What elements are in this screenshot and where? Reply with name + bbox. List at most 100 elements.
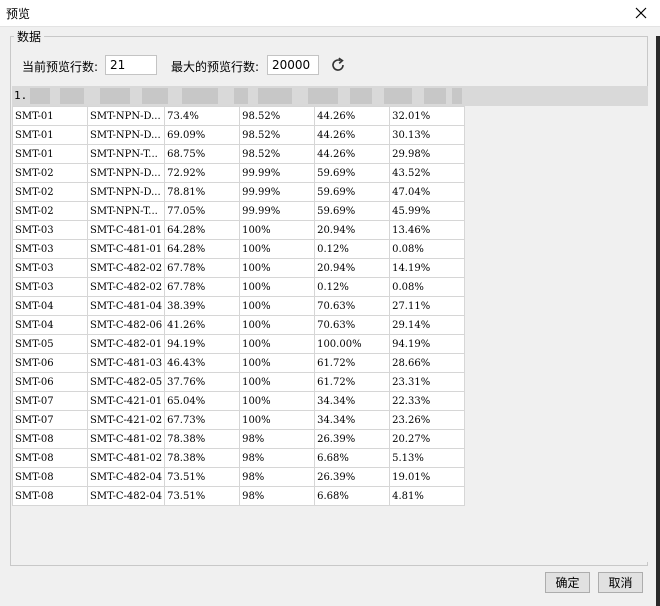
table-cell[interactable]: SMT-02 (12, 163, 88, 183)
table-cell[interactable]: 100% (239, 277, 316, 297)
table-cell[interactable]: 67.73% (164, 410, 241, 430)
table-cell[interactable]: 78.38% (164, 448, 241, 468)
table-cell[interactable]: 64.28% (164, 239, 241, 259)
table-cell[interactable]: 59.69% (314, 163, 391, 183)
table-cell[interactable]: 6.68% (314, 486, 391, 506)
table-cell[interactable]: SMT-05 (12, 334, 88, 354)
table-cell[interactable]: SMT-C-481-01 (86, 220, 166, 240)
table-cell[interactable]: SMT-C-482-04 (86, 486, 166, 506)
table-cell[interactable]: SMT-01 (12, 144, 88, 164)
table-cell[interactable]: SMT-01 (12, 106, 88, 126)
table-row[interactable]: SMT-03 SMT-C-481-01 64.28% 100% 20.94% 13.46% (12, 220, 466, 240)
table-cell[interactable]: SMT-NPN-D... (86, 125, 166, 145)
table-cell[interactable]: 78.38% (164, 429, 241, 449)
table-cell[interactable]: SMT-08 (12, 486, 88, 506)
table-cell[interactable]: SMT-C-482-04 (86, 467, 166, 487)
table-cell[interactable]: 67.78% (164, 258, 241, 278)
cancel-button[interactable]: 取消 (598, 572, 643, 593)
table-cell[interactable]: SMT-07 (12, 391, 88, 411)
table-cell[interactable]: 29.14% (389, 315, 466, 335)
table-cell[interactable]: SMT-C-481-02 (86, 448, 166, 468)
table-cell[interactable]: 100% (239, 258, 316, 278)
table-cell[interactable]: SMT-06 (12, 353, 88, 373)
table-cell[interactable]: 70.63% (314, 315, 391, 335)
table-cell[interactable]: 44.26% (314, 125, 391, 145)
table-cell[interactable]: 27.11% (389, 296, 466, 316)
table-cell[interactable]: 98.52% (239, 125, 316, 145)
table-cell[interactable]: 73.51% (164, 486, 241, 506)
table-cell[interactable]: 20.94% (314, 258, 391, 278)
table-cell[interactable]: SMT-C-421-02 (86, 410, 166, 430)
table-cell[interactable]: SMT-03 (12, 239, 88, 259)
table-cell[interactable]: SMT-02 (12, 201, 88, 221)
table-cell[interactable]: SMT-02 (12, 182, 88, 202)
table-cell[interactable]: SMT-03 (12, 220, 88, 240)
table-cell[interactable]: 100% (239, 353, 316, 373)
table-cell[interactable]: SMT-C-482-01 (86, 334, 166, 354)
table-cell[interactable]: SMT-08 (12, 429, 88, 449)
table-cell[interactable]: 26.39% (314, 429, 391, 449)
max-rows-input[interactable]: 20000 (267, 55, 319, 75)
table-cell[interactable]: 61.72% (314, 372, 391, 392)
table-cell[interactable]: 100% (239, 296, 316, 316)
table-cell[interactable]: 100% (239, 410, 316, 430)
table-cell[interactable]: 100% (239, 372, 316, 392)
table-row[interactable]: SMT-02 SMT-NPN-T... 77.05% 99.99% 59.69% 45.9… (12, 201, 466, 221)
table-row[interactable]: SMT-01 SMT-NPN-D... 73.4% 98.52% 44.26% 32.01… (12, 106, 466, 126)
table-row[interactable]: SMT-02 SMT-NPN-D... 72.92% 99.99% 59.69% 43.5… (12, 163, 466, 183)
table-cell[interactable]: 98.52% (239, 144, 316, 164)
table-cell[interactable]: SMT-06 (12, 372, 88, 392)
table-cell[interactable]: 6.68% (314, 448, 391, 468)
table-row[interactable]: SMT-03 SMT-C-482-02 67.78% 100% 20.94% 14.19% (12, 258, 466, 278)
table-cell[interactable]: 20.27% (389, 429, 466, 449)
table-cell[interactable]: SMT-NPN-T... (86, 201, 166, 221)
table-cell[interactable]: 100% (239, 239, 316, 259)
table-cell[interactable]: 20.94% (314, 220, 391, 240)
table-cell[interactable]: SMT-03 (12, 258, 88, 278)
table-row[interactable]: SMT-03 SMT-C-481-01 64.28% 100% 0.12% 0.08% (12, 239, 466, 259)
table-cell[interactable]: SMT-C-481-03 (86, 353, 166, 373)
table-cell[interactable]: 68.75% (164, 144, 241, 164)
table-cell[interactable]: 98% (239, 429, 316, 449)
table-cell[interactable]: 99.99% (239, 163, 316, 183)
table-cell[interactable]: 4.81% (389, 486, 466, 506)
table-row[interactable]: SMT-08 SMT-C-481-02 78.38% 98% 6.68% 5.13% (12, 448, 466, 468)
table-cell[interactable]: SMT-NPN-D... (86, 182, 166, 202)
table-row[interactable]: SMT-05 SMT-C-482-01 94.19% 100% 100.00% 94.19… (12, 334, 466, 354)
table-row[interactable]: SMT-06 SMT-C-482-05 37.76% 100% 61.72% 23.31% (12, 372, 466, 392)
table-row[interactable]: SMT-08 SMT-C-482-04 73.51% 98% 6.68% 4.81% (12, 486, 466, 506)
table-row[interactable]: SMT-04 SMT-C-482-06 41.26% 100% 70.63% 29.14% (12, 315, 466, 335)
table-cell[interactable]: 34.34% (314, 391, 391, 411)
table-row[interactable]: SMT-08 SMT-C-481-02 78.38% 98% 26.39% 20.27% (12, 429, 466, 449)
table-cell[interactable]: 19.01% (389, 467, 466, 487)
table-cell[interactable]: 98% (239, 467, 316, 487)
table-cell[interactable]: 43.52% (389, 163, 466, 183)
table-cell[interactable]: 23.26% (389, 410, 466, 430)
table-cell[interactable]: 67.78% (164, 277, 241, 297)
table-cell[interactable]: SMT-04 (12, 296, 88, 316)
table-cell[interactable]: SMT-08 (12, 448, 88, 468)
table-row[interactable]: SMT-07 SMT-C-421-02 67.73% 100% 34.34% 23.26% (12, 410, 466, 430)
table-cell[interactable]: 32.01% (389, 106, 466, 126)
table-cell[interactable]: 72.92% (164, 163, 241, 183)
table-cell[interactable]: SMT-08 (12, 467, 88, 487)
table-cell[interactable]: 59.69% (314, 201, 391, 221)
table-cell[interactable]: SMT-C-421-01 (86, 391, 166, 411)
table-cell[interactable]: 78.81% (164, 182, 241, 202)
table-cell[interactable]: SMT-NPN-D... (86, 163, 166, 183)
table-cell[interactable]: 98.52% (239, 106, 316, 126)
table-cell[interactable]: SMT-01 (12, 125, 88, 145)
table-cell[interactable]: 13.46% (389, 220, 466, 240)
table-cell[interactable]: 70.63% (314, 296, 391, 316)
table-cell[interactable]: 46.43% (164, 353, 241, 373)
table-cell[interactable]: 100.00% (314, 334, 391, 354)
table-cell[interactable]: 94.19% (389, 334, 466, 354)
table-cell[interactable]: SMT-03 (12, 277, 88, 297)
table-cell[interactable]: 23.31% (389, 372, 466, 392)
table-row[interactable]: SMT-06 SMT-C-481-03 46.43% 100% 61.72% 28.66% (12, 353, 466, 373)
table-cell[interactable]: 0.12% (314, 239, 391, 259)
table-cell[interactable]: 30.13% (389, 125, 466, 145)
table-cell[interactable]: SMT-C-481-04 (86, 296, 166, 316)
table-cell[interactable]: 99.99% (239, 182, 316, 202)
table-cell[interactable]: SMT-C-482-06 (86, 315, 166, 335)
